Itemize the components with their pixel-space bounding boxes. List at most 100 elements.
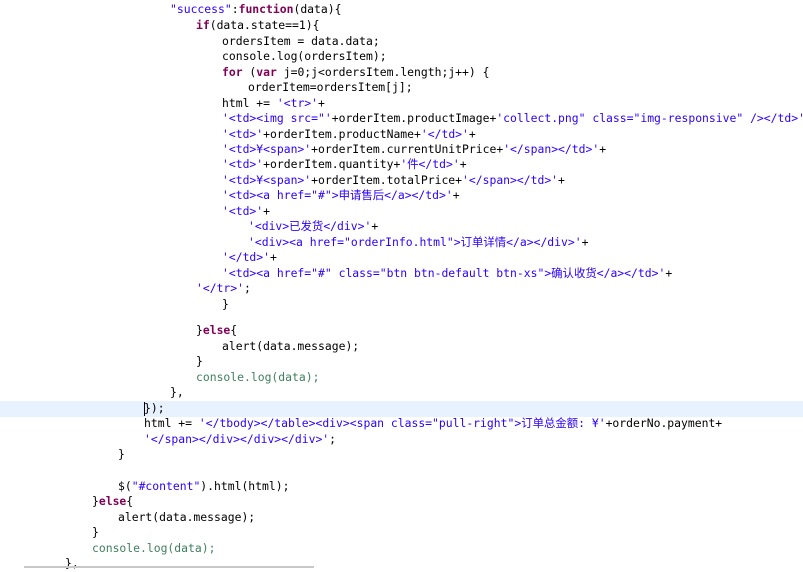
code-line[interactable]: console.log(ordersItem); xyxy=(0,49,803,65)
code-line[interactable]: for (var j=0;j<ordersItem.length;j++) { xyxy=(0,65,803,81)
code-token: +orderItem.quantity+ xyxy=(263,157,401,171)
code-token: '</span></td>' xyxy=(503,142,600,156)
code-token: "success" xyxy=(170,2,232,16)
code-line[interactable]: '<td>¥<span>'+orderItem.totalPrice+'</sp… xyxy=(0,173,803,189)
code-token: '<div><a href="orderInfo.html">订单详情</a><… xyxy=(248,235,582,249)
code-line[interactable]: } xyxy=(0,354,803,370)
code-token: html += xyxy=(144,416,199,430)
code-token: '<td><a href="#">申请售后</a></td>' xyxy=(222,188,453,202)
code-line[interactable]: }else{ xyxy=(0,494,803,510)
code-line[interactable]: $("#content").html(html); xyxy=(0,479,803,495)
code-line[interactable]: console.log(data); xyxy=(0,370,803,386)
code-token: } xyxy=(92,494,99,508)
code-token: '<td>¥<span>' xyxy=(222,173,312,187)
code-token: html += xyxy=(222,96,277,110)
code-line[interactable]: '<div><a href="orderInfo.html">订单详情</a><… xyxy=(0,235,803,251)
code-line[interactable]: '<td>'+orderItem.quantity+'件</td>'+ xyxy=(0,157,803,173)
code-token: } xyxy=(118,447,125,461)
code-token: '</tbody></table><div><span class="pull-… xyxy=(198,416,606,430)
code-line[interactable]: '</span></div></div></div>'; xyxy=(0,432,803,448)
code-token: '<td>¥<span>' xyxy=(222,142,312,156)
code-token: : xyxy=(231,2,239,16)
code-line[interactable]: '<td><img src="'+orderItem.productImage+… xyxy=(0,111,803,127)
code-token: var xyxy=(256,65,277,79)
code-line[interactable]: "success":function(data){ xyxy=(0,2,803,18)
code-token: '<td>' xyxy=(222,127,264,141)
code-token: +orderItem.totalPrice+ xyxy=(311,173,463,187)
code-token: } xyxy=(196,354,203,368)
code-token: +orderNo.payment+ xyxy=(605,416,723,430)
code-line[interactable]: '<td>'+ xyxy=(0,204,803,220)
code-token: console.log(ordersItem); xyxy=(222,49,387,63)
code-token: + xyxy=(558,173,565,187)
code-line[interactable]: } xyxy=(0,447,803,463)
code-line[interactable]: orderItem=ordersItem[j]; xyxy=(0,80,803,96)
code-token: } xyxy=(196,323,203,337)
code-token: '件</td>' xyxy=(400,157,460,171)
code-token: ; xyxy=(244,281,251,295)
code-token: else xyxy=(98,494,127,508)
code-line[interactable]: } xyxy=(0,525,803,541)
code-token: +orderItem.currentUnitPrice+ xyxy=(311,142,504,156)
text-caret xyxy=(144,402,145,416)
code-token: + xyxy=(581,235,589,249)
code-token: ).html(html); xyxy=(200,479,290,493)
code-token: console.log(data); xyxy=(92,541,216,555)
code-token: alert(data.message); xyxy=(118,510,256,524)
code-token: '<td>' xyxy=(222,157,264,171)
code-line[interactable]: }, xyxy=(0,385,803,401)
code-token: console.log(data); xyxy=(196,370,320,384)
code-token: '<div>已发货</div>' xyxy=(248,219,372,233)
code-line[interactable]: '</td>'+ xyxy=(0,250,803,266)
code-token: + xyxy=(665,266,673,280)
code-line[interactable]: }); xyxy=(0,401,803,417)
code-token: + xyxy=(468,127,476,141)
code-token: alert(data.message); xyxy=(222,339,360,353)
code-token: '<td>' xyxy=(222,204,264,218)
code-token: '</span></div></div></div>' xyxy=(144,432,330,446)
code-line[interactable]: console.log(data); xyxy=(0,541,803,557)
code-token: }, xyxy=(170,385,184,399)
code-line[interactable]: '<div>已发货</div>'+ xyxy=(0,219,803,235)
code-token: '</td>' xyxy=(222,250,271,264)
code-token: }); xyxy=(144,401,165,415)
code-line[interactable]: '<td><a href="#" class="btn btn-default … xyxy=(0,266,803,282)
code-token: ordersItem = data.data; xyxy=(222,34,380,48)
code-token: '</tr>' xyxy=(196,281,245,295)
code-token: '</span></td>' xyxy=(462,173,559,187)
code-line[interactable]: html += '</tbody></table><div><span clas… xyxy=(0,416,803,432)
code-token: '<tr>' xyxy=(276,96,319,110)
code-editor[interactable]: }, console.log(data);} alert(data.message)… xyxy=(0,0,803,570)
code-line[interactable]: }else{ xyxy=(0,323,803,339)
code-line[interactable]: '<td>'+orderItem.productName+'</td>'+ xyxy=(0,127,803,143)
code-line[interactable]: '<td>¥<span>'+orderItem.currentUnitPrice… xyxy=(0,142,803,158)
code-line[interactable]: '</tr>'; xyxy=(0,281,803,297)
code-token: + xyxy=(371,219,379,233)
code-line[interactable]: '<td><a href="#">申请售后</a></td>'+ xyxy=(0,188,803,204)
code-token: else xyxy=(202,323,231,337)
code-token: for xyxy=(222,65,243,79)
code-line[interactable]: alert(data.message); xyxy=(0,510,803,526)
code-token: ( xyxy=(242,65,257,79)
code-token: orderItem=ordersItem[j]; xyxy=(248,80,413,94)
code-token: { xyxy=(126,494,134,508)
code-line[interactable]: }, xyxy=(0,556,803,572)
code-token: function xyxy=(238,2,294,16)
code-token: + xyxy=(270,250,277,264)
code-line[interactable]: if(data.state==1){ xyxy=(0,18,803,34)
code-line[interactable]: alert(data.message); xyxy=(0,339,803,355)
code-token: "#content" xyxy=(131,479,201,493)
code-token: +orderItem.productName+ xyxy=(263,127,421,141)
code-line[interactable]: html += '<tr>'+ xyxy=(0,96,803,112)
code-token: '<td><a href="#" class="btn btn-default … xyxy=(222,266,666,280)
code-token: if xyxy=(196,18,210,32)
code-token: ; xyxy=(329,432,337,446)
code-token: { xyxy=(230,323,238,337)
code-token: $( xyxy=(118,479,132,493)
code-line[interactable]: } xyxy=(0,297,803,313)
code-token: '<td><img src="' xyxy=(222,111,332,125)
code-line[interactable]: ordersItem = data.data; xyxy=(0,34,803,50)
code-token: } xyxy=(92,525,99,539)
code-token: + xyxy=(318,96,325,110)
code-token: } xyxy=(222,297,229,311)
